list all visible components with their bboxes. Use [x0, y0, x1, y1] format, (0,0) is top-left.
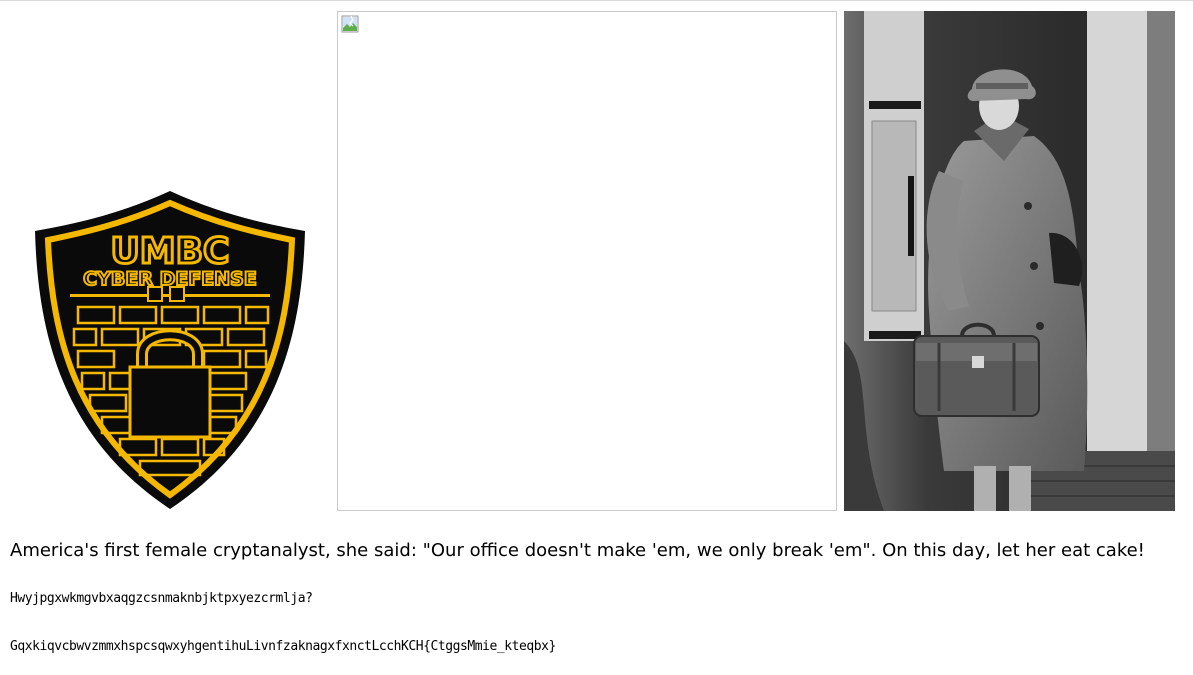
cipher-text-line-2: GqxkiqvcbwvzmmxhspcsqwxyhgentihuLivnfzak… — [10, 639, 556, 654]
cryptanalyst-quote: America's first female cryptanalyst, she… — [10, 540, 1145, 561]
woman-portrait-icon — [844, 11, 1175, 511]
cipher-text-line-1: Hwyjpgxwkmgvbxaqgzcsnmaknbjktpxyezcrmlja… — [10, 591, 313, 606]
logo-text-umbc: UMBC — [111, 231, 230, 272]
images-row: UMBC CYBER DEFENSE — [0, 11, 1193, 511]
broken-image — [337, 11, 837, 511]
cryptanalyst-photo — [844, 11, 1175, 511]
shield-icon: UMBC CYBER DEFENSE — [35, 191, 305, 509]
page: UMBC CYBER DEFENSE America's first femal… — [0, 0, 1193, 675]
logo-text-cyber-defense: CYBER DEFENSE — [83, 268, 257, 290]
top-divider — [0, 0, 1193, 1]
broken-image-icon — [341, 15, 359, 33]
umbc-cyber-defense-logo: UMBC CYBER DEFENSE — [30, 189, 310, 511]
